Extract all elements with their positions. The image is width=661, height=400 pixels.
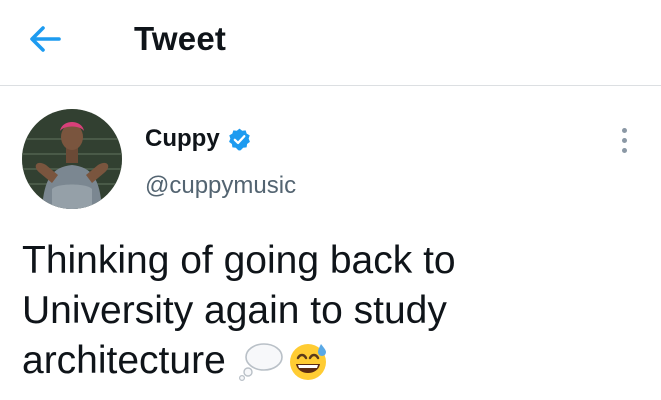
verified-badge-icon xyxy=(228,128,250,150)
author-handle[interactable]: @cuppymusic xyxy=(145,169,296,203)
tweet-text-line: architecture xyxy=(22,339,226,382)
more-vertical-icon-dot xyxy=(621,147,627,153)
top-bar: Tweet xyxy=(0,0,661,86)
arrow-left-icon xyxy=(30,26,61,52)
author-display-name[interactable]: Cuppy xyxy=(145,122,220,156)
thought-balloon-emoji xyxy=(238,343,283,381)
tweet-text-line: University again to study xyxy=(22,289,447,332)
back-button[interactable] xyxy=(28,18,76,60)
tweet-text-line-last: architecture xyxy=(22,336,642,386)
author-name-row[interactable]: Cuppy xyxy=(145,122,252,156)
tweet-text: Thinking of going back to University aga… xyxy=(22,236,642,386)
grinning-sweat-emoji xyxy=(289,344,326,380)
avatar-image xyxy=(22,109,122,209)
tweet-text-line: Thinking of going back to xyxy=(22,239,456,282)
avatar[interactable] xyxy=(22,109,122,209)
page-title: Tweet xyxy=(134,20,227,57)
more-vertical-icon-dot xyxy=(621,137,627,143)
more-options-button[interactable] xyxy=(612,124,636,156)
more-vertical-icon xyxy=(621,127,627,133)
